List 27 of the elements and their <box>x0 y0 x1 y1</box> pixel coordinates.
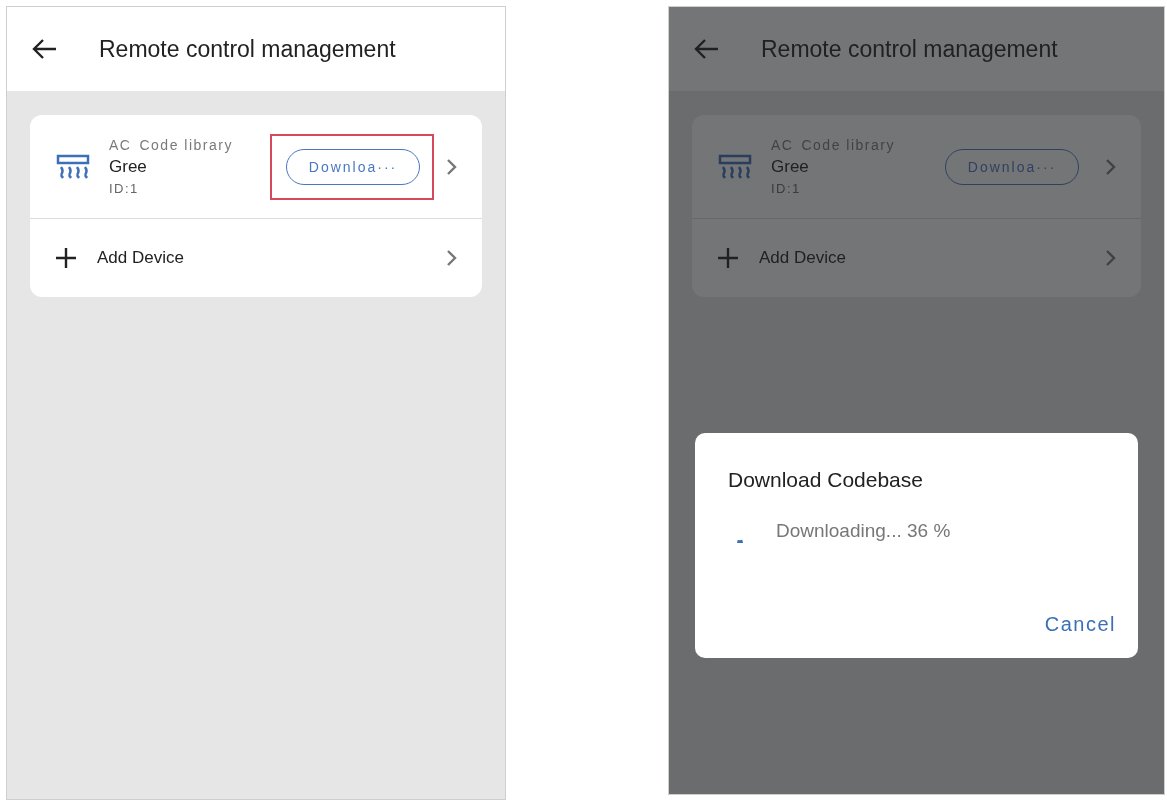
air-conditioner-icon <box>56 153 90 180</box>
loading-spinner-icon <box>736 539 744 543</box>
page-title: Remote control management <box>99 35 396 63</box>
air-conditioner-icon <box>718 153 752 180</box>
device-category: AC <box>109 137 132 153</box>
dialog-title: Download Codebase <box>728 468 924 492</box>
page-title: Remote control management <box>761 35 1058 63</box>
cancel-button[interactable]: Cancel <box>1044 613 1116 636</box>
device-id: ID:1 <box>109 181 140 196</box>
add-device-label: Add Device <box>759 248 847 268</box>
device-row[interactable]: AC Code library Gree ID:1 Downloa··· <box>30 115 482 219</box>
plus-icon <box>56 248 76 268</box>
device-name: Gree <box>771 157 810 177</box>
library-label: Code library <box>139 137 233 153</box>
chevron-right-icon <box>1105 157 1117 176</box>
download-button[interactable]: Downloa··· <box>286 148 420 185</box>
chevron-right-icon <box>446 157 458 176</box>
device-name: Gree <box>109 157 148 177</box>
plus-icon <box>718 248 738 268</box>
back-arrow-icon[interactable] <box>31 38 57 60</box>
download-progress-text: Downloading... 36 % <box>776 520 951 542</box>
chevron-right-icon <box>1105 249 1117 267</box>
chevron-right-icon <box>446 249 458 267</box>
add-device-row[interactable]: Add Device <box>30 219 482 297</box>
add-device-row[interactable]: Add Device <box>692 219 1141 297</box>
device-id: ID:1 <box>771 181 802 196</box>
add-device-label: Add Device <box>97 248 185 268</box>
